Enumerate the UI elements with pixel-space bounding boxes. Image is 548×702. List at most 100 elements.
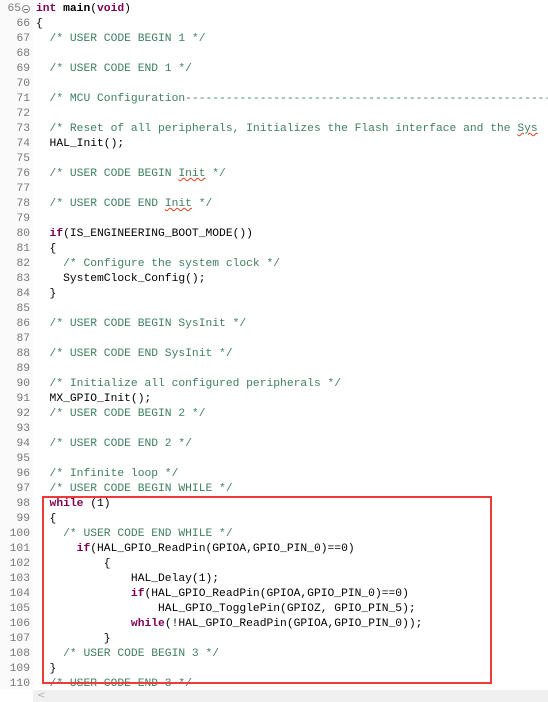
code-text: /* Initialize all configured peripherals… (36, 377, 342, 392)
keyword-token: int (36, 3, 57, 15)
code-line[interactable]: 75 (0, 152, 548, 167)
code-line[interactable]: 67 /* USER CODE BEGIN 1 */ (0, 32, 548, 47)
line-number: 86 (16, 318, 30, 330)
code-line[interactable]: 94 /* USER CODE END 2 */ (0, 437, 548, 452)
line-number: 66 (16, 18, 30, 30)
code-line[interactable]: 83 SystemClock_Config(); (0, 272, 548, 287)
code-line[interactable]: 73 /* Reset of all peripherals, Initiali… (0, 122, 548, 137)
comment-token: */ (205, 168, 226, 180)
code-token: } (36, 633, 111, 645)
code-text: } (36, 632, 111, 647)
code-text: /* MCU Configuration--------------------… (36, 92, 548, 107)
comment-token: /* USER CODE END 2 */ (36, 438, 192, 450)
code-text: /* Reset of all peripherals, Initializes… (36, 122, 538, 137)
line-number: 96 (16, 468, 30, 480)
line-number: 103 (9, 573, 30, 585)
code-line[interactable]: 80 if(IS_ENGINEERING_BOOT_MODE()) (0, 227, 548, 242)
keyword-token: if (36, 228, 64, 240)
code-text: /* USER CODE BEGIN Init */ (36, 167, 226, 182)
code-line[interactable]: 84 } (0, 287, 548, 302)
code-token: HAL_Init(); (36, 138, 125, 150)
code-text: HAL_GPIO_TogglePin(GPIOZ, GPIO_PIN_5); (36, 602, 416, 617)
code-line[interactable]: 104 if(HAL_GPIO_ReadPin(GPIOA,GPIO_PIN_0… (0, 587, 548, 602)
code-line[interactable]: 65 int main(void) (0, 2, 548, 17)
code-line[interactable]: 101 if(HAL_GPIO_ReadPin(GPIOA,GPIO_PIN_0… (0, 542, 548, 557)
line-number: 106 (9, 618, 30, 630)
code-line[interactable]: 89 (0, 362, 548, 377)
comment-token: /* USER CODE END WHILE */ (36, 528, 233, 540)
code-line[interactable]: 109 } (0, 662, 548, 677)
code-text: { (36, 512, 57, 527)
code-line[interactable]: 107 } (0, 632, 548, 647)
code-line[interactable]: 105 HAL_GPIO_TogglePin(GPIOZ, GPIO_PIN_5… (0, 602, 548, 617)
keyword-token: while (36, 498, 84, 510)
line-number: 74 (16, 138, 30, 150)
code-text: /* USER CODE BEGIN SysInit */ (36, 317, 247, 332)
chevron-left-icon[interactable]: < (37, 690, 45, 702)
code-line[interactable]: 110 /* USER CODE END 3 */ (0, 677, 548, 690)
code-line[interactable]: 79 (0, 212, 548, 227)
code-token: ( (90, 3, 98, 15)
code-line[interactable]: 102 { (0, 557, 548, 572)
code-editor[interactable]: 65 int main(void) 66 {67 /* USER CODE BEGIN… (0, 0, 548, 690)
code-line[interactable]: 97 /* USER CODE BEGIN WHILE */ (0, 482, 548, 497)
code-line[interactable]: 98 while (1) (0, 497, 548, 512)
code-token: ) (124, 3, 131, 15)
line-number: 88 (16, 348, 30, 360)
line-number: 72 (16, 108, 30, 120)
code-text: /* USER CODE BEGIN 2 */ (36, 407, 206, 422)
line-number: 108 (9, 648, 30, 660)
code-line[interactable]: 90 /* Initialize all configured peripher… (0, 377, 548, 392)
comment-token: /* Reset of all peripherals, Initializes… (36, 123, 518, 135)
line-number: 105 (9, 603, 30, 615)
code-line[interactable]: 99 { (0, 512, 548, 527)
code-line[interactable]: 87 (0, 332, 548, 347)
comment-token: /* Initialize all configured peripherals… (36, 378, 342, 390)
code-line[interactable]: 88 /* USER CODE END SysInit */ (0, 347, 548, 362)
code-line[interactable]: 96 /* Infinite loop */ (0, 467, 548, 482)
code-line[interactable]: 103 HAL_Delay(1); (0, 572, 548, 587)
code-line[interactable]: 82 /* Configure the system clock */ (0, 257, 548, 272)
code-line[interactable]: 69 /* USER CODE END 1 */ (0, 62, 548, 77)
code-text: while(!HAL_GPIO_ReadPin(GPIOA,GPIO_PIN_0… (36, 617, 423, 632)
code-line[interactable]: 68 (0, 47, 548, 62)
code-text: { (36, 242, 57, 257)
code-line[interactable]: 76 /* USER CODE BEGIN Init */ (0, 167, 548, 182)
code-token: (1) (83, 498, 111, 510)
code-line[interactable]: 106 while(!HAL_GPIO_ReadPin(GPIOA,GPIO_P… (0, 617, 548, 632)
comment-token: /* USER CODE BEGIN 3 */ (36, 648, 220, 660)
code-line[interactable]: 74 HAL_Init(); (0, 137, 548, 152)
code-token: } (36, 663, 57, 675)
code-token: HAL_Delay(1); (36, 573, 220, 585)
line-number: 80 (16, 228, 30, 240)
line-number: 68 (16, 48, 30, 60)
code-line[interactable]: 77 (0, 182, 548, 197)
code-text: { (36, 17, 43, 32)
code-line[interactable]: 108 /* USER CODE BEGIN 3 */ (0, 647, 548, 662)
code-line[interactable]: 85 (0, 302, 548, 317)
code-token: { (36, 243, 57, 255)
code-line[interactable]: 100 /* USER CODE END WHILE */ (0, 527, 548, 542)
code-line[interactable]: 86 /* USER CODE BEGIN SysInit */ (0, 317, 548, 332)
line-number: 110 (9, 678, 30, 690)
fold-collapse-icon[interactable] (22, 5, 30, 13)
code-line[interactable]: 78 /* USER CODE END Init */ (0, 197, 548, 212)
code-line[interactable]: 95 (0, 452, 548, 467)
code-line[interactable]: 66 { (0, 17, 548, 32)
line-number: 83 (16, 273, 30, 285)
code-line[interactable]: 92 /* USER CODE BEGIN 2 */ (0, 407, 548, 422)
code-line[interactable]: 93 (0, 422, 548, 437)
line-number: 95 (16, 453, 30, 465)
code-token: { (36, 558, 111, 570)
line-number: 82 (16, 258, 30, 270)
code-line[interactable]: 72 (0, 107, 548, 122)
code-line[interactable]: 71 /* MCU Configuration-----------------… (0, 92, 548, 107)
line-number: 84 (16, 288, 30, 300)
code-line[interactable]: 91 MX_GPIO_Init(); (0, 392, 548, 407)
comment-token: */ (191, 198, 213, 210)
code-line[interactable]: 70 (0, 77, 548, 92)
code-text: } (36, 662, 57, 677)
code-line[interactable]: 81 { (0, 242, 548, 257)
comment-token: Init (164, 198, 192, 210)
horizontal-scrollbar[interactable]: < (33, 690, 548, 702)
